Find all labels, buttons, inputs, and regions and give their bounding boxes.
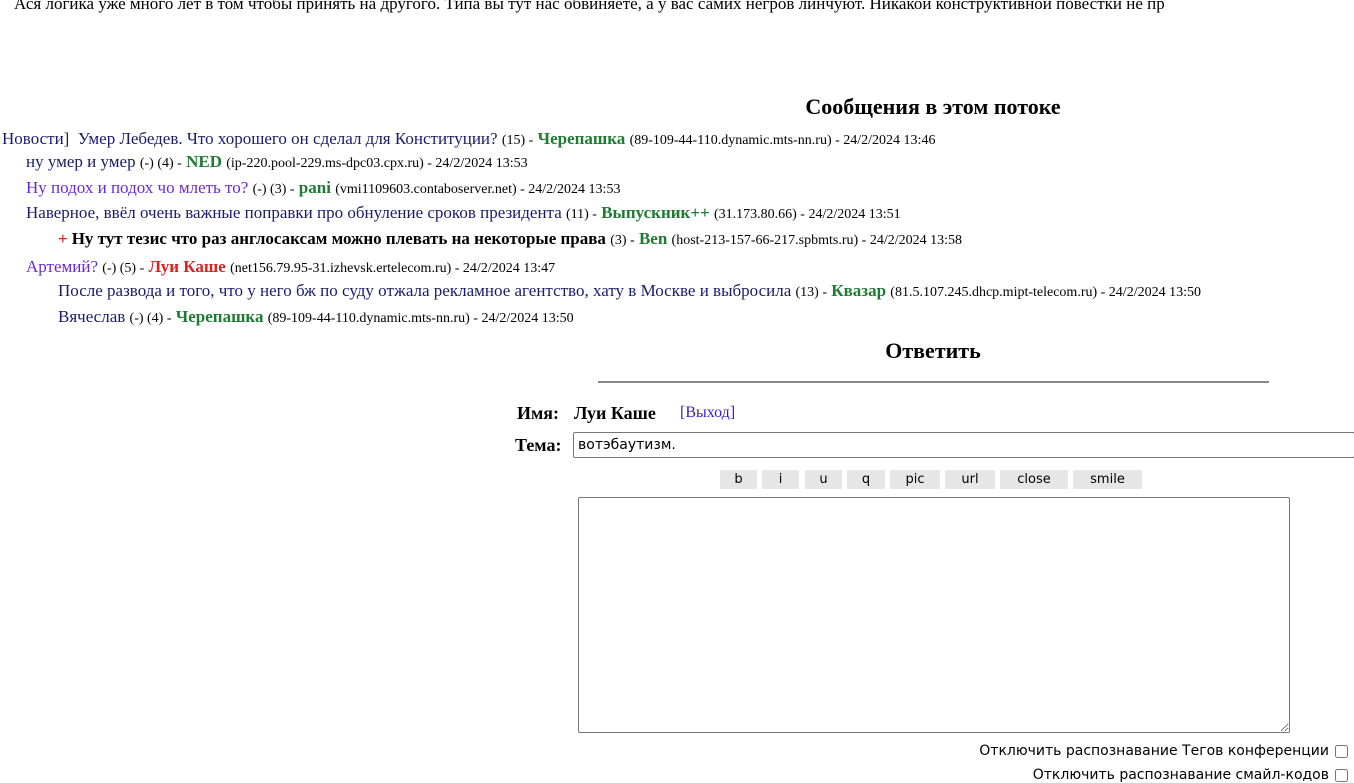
thread-section-link[interactable]: Новости] xyxy=(2,129,69,148)
disable-smiles-checkbox[interactable] xyxy=(1335,768,1348,782)
url-button[interactable]: url xyxy=(945,470,995,489)
divider xyxy=(598,381,1269,383)
thread-item-host: (89-109-44-110.dynamic.mts-nn.ru) - 24/2… xyxy=(267,311,574,326)
thread-item-title[interactable]: Умер Лебедев. Что хорошего он сделал для… xyxy=(78,129,498,148)
thread-item-author: Квазар xyxy=(831,281,887,300)
quote-button[interactable]: q xyxy=(847,470,885,489)
option-disable-tags-label: Отключить распознавание Тегов конференци… xyxy=(979,743,1329,759)
thread-item-counts: (-) (4) - xyxy=(129,311,172,326)
thread-item-title[interactable]: Вячеслав xyxy=(58,307,125,326)
thread-item-host: (89-109-44-110.dynamic.mts-nn.ru) - 24/2… xyxy=(629,133,936,148)
thread-item-counts: (-) (5) - xyxy=(102,261,145,276)
thread-item-author: Выпускник++ xyxy=(601,203,710,222)
thread-item-host: (81.5.107.245.dhcp.mipt-telecom.ru) - 24… xyxy=(890,285,1201,300)
thread-item: Ну подох и подох чо млеть то? (-) (3) - … xyxy=(26,177,620,201)
bold-button[interactable]: b xyxy=(720,470,757,489)
logout-link[interactable]: [Выход] xyxy=(680,404,735,422)
smile-button[interactable]: smile xyxy=(1073,470,1142,489)
italic-button[interactable]: i xyxy=(762,470,799,489)
picture-button[interactable]: pic xyxy=(890,470,940,489)
subject-label: Тема: xyxy=(515,435,562,455)
thread-item-host: (31.173.80.66) - 24/2/2024 13:51 xyxy=(713,207,901,222)
disable-tags-checkbox[interactable] xyxy=(1335,744,1348,758)
thread-item-title[interactable]: Ну подох и подох чо млеть то? xyxy=(26,178,248,197)
thread-item: ну умер и умер (-) (4) - NED (ip-220.poo… xyxy=(26,151,528,175)
name-label: Имя: xyxy=(517,403,559,423)
thread-heading: Сообщения в этом потоке xyxy=(805,94,1061,119)
thread-item-counts: (-) (4) - xyxy=(139,156,182,171)
thread-item-counts: (11) - xyxy=(566,207,597,222)
thread-item-author: Луи Каше xyxy=(148,257,226,276)
thread-item-title[interactable]: Артемий? xyxy=(26,257,98,276)
underline-button[interactable]: u xyxy=(805,470,842,489)
thread-item-current: + Ну тут тезис что раз англосаксам можно … xyxy=(58,228,962,252)
name-value: Луи Каше xyxy=(574,403,656,423)
thread-item: Наверное, ввёл очень важные поправки про… xyxy=(26,202,901,226)
thread-item: Артемий? (-) (5) - Луи Каше (net156.79.9… xyxy=(26,256,555,280)
thread-item-title[interactable]: Наверное, ввёл очень важные поправки про… xyxy=(26,203,562,222)
option-disable-smiles-label: Отключить распознавание смайл-кодов xyxy=(1032,767,1329,783)
current-marker: + xyxy=(58,229,68,248)
reply-heading: Ответить xyxy=(885,338,981,363)
thread-item-host: (host-213-157-66-217.spbmts.ru) - 24/2/2… xyxy=(671,233,963,248)
option-disable-smiles: Отключить распознавание смайл-кодов xyxy=(1033,767,1348,783)
thread-item-title[interactable]: ну умер и умер xyxy=(26,152,136,171)
thread-item-author: NED xyxy=(186,152,222,171)
thread-item-author: pani xyxy=(298,178,331,197)
thread-item: Новости] Умер Лебедев. Что хорошего он с… xyxy=(2,128,935,152)
thread-item-title[interactable]: После развода и того, что у него бж по с… xyxy=(58,281,791,300)
previous-message-text: Ася логика уже много лет в том чтобы при… xyxy=(14,0,1165,13)
subject-input[interactable] xyxy=(573,432,1354,458)
thread-item-host: (net156.79.95-31.izhevsk.ertelecom.ru) -… xyxy=(230,261,556,276)
thread-item-counts: (15) - xyxy=(501,133,534,148)
thread-item: После развода и того, что у него бж по с… xyxy=(58,280,1201,304)
thread-item-author: Черепашка xyxy=(175,307,264,326)
thread-item-counts: (-) (3) - xyxy=(252,182,295,197)
thread-item-author: Ben xyxy=(638,229,668,248)
thread-item-counts: (3) - xyxy=(610,233,635,248)
thread-item: Вячеслав (-) (4) - Черепашка (89-109-44-… xyxy=(58,306,574,330)
message-textarea[interactable] xyxy=(578,497,1290,733)
thread-item-author: Черепашка xyxy=(537,129,626,148)
thread-item-host: (vmi1109603.contaboserver.net) - 24/2/20… xyxy=(335,182,621,197)
thread-item-host: (ip-220.pool-229.ms-dpc03.cpx.ru) - 24/2… xyxy=(226,156,528,171)
page: Ася логика уже много лет в том чтобы при… xyxy=(0,0,1354,783)
close-tags-button[interactable]: close xyxy=(1000,470,1068,489)
thread-item-title: Ну тут тезис что раз англосаксам можно п… xyxy=(71,229,606,248)
thread-item-counts: (13) - xyxy=(795,285,828,300)
option-disable-tags: Отключить распознавание Тегов конференци… xyxy=(979,743,1348,759)
